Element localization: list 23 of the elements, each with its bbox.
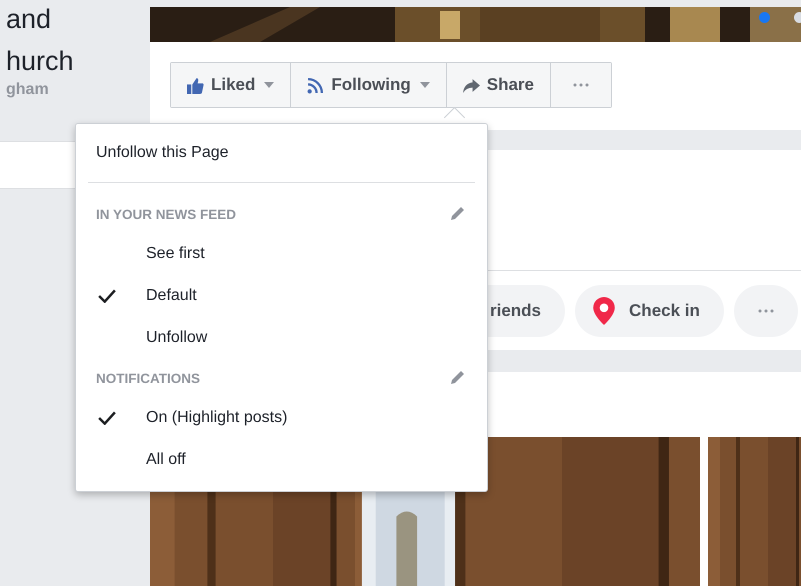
like-button[interactable]: Liked <box>171 63 292 107</box>
page-name: and <box>6 3 52 36</box>
follow-button[interactable]: Following <box>291 63 447 107</box>
section-heading: NOTIFICATIONS <box>96 370 200 386</box>
page-name: hurch <box>6 45 75 78</box>
more-icon <box>758 309 774 313</box>
share-arrow-icon <box>462 76 480 94</box>
check-in-button[interactable]: Check in <box>575 285 724 337</box>
edit-icon[interactable] <box>449 370 465 386</box>
section-heading: IN YOUR NEWS FEED <box>96 206 236 222</box>
feed-icon <box>307 76 324 94</box>
menu-option[interactable]: On (Highlight posts) <box>88 397 288 439</box>
menu-option[interactable]: Default <box>88 275 197 317</box>
more-icon <box>572 83 589 87</box>
map-pin-icon <box>593 297 616 325</box>
menu-option[interactable]: All off <box>88 439 186 481</box>
edit-icon[interactable] <box>449 206 465 222</box>
thumbs-up-icon <box>187 76 204 94</box>
menu-option[interactable]: Unfollow <box>88 317 208 359</box>
share-button[interactable]: Share <box>446 63 551 107</box>
page-location: gham <box>6 81 50 99</box>
menu-option[interactable]: See first <box>88 233 205 275</box>
menu-item[interactable]: Unfollow this Page <box>88 124 229 182</box>
